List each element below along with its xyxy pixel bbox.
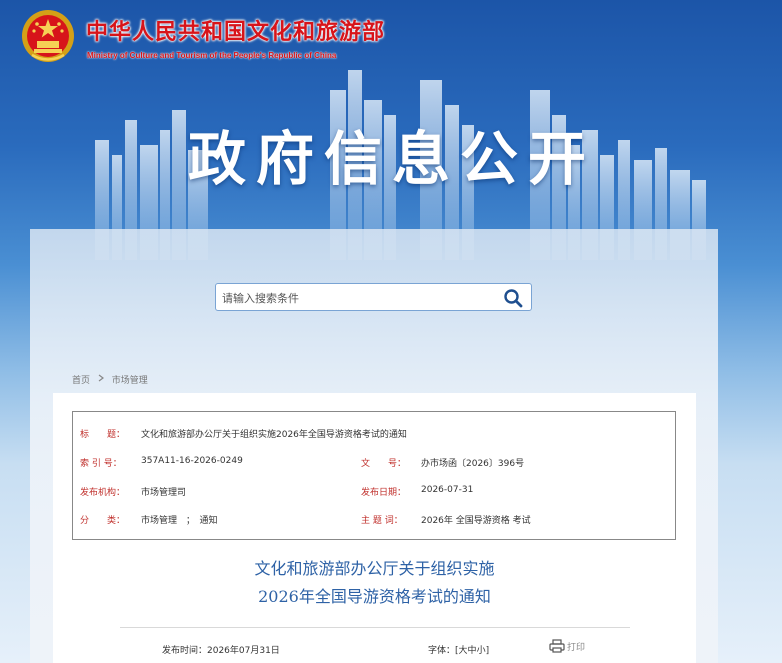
- font-size-bracket-close: ]: [485, 646, 490, 656]
- font-size-medium-option[interactable]: 中: [468, 646, 477, 656]
- breadcrumb: 首页 市场管理: [72, 373, 148, 386]
- font-size-label: 字体：: [428, 646, 456, 656]
- font-size-small-option[interactable]: 小: [477, 646, 486, 656]
- meta-title-label: 标 题：: [80, 430, 126, 440]
- print-label: 打印: [567, 642, 586, 653]
- meta-org-value: 市场管理司: [141, 488, 187, 498]
- font-size-switcher: 字体：[大中小]: [428, 643, 489, 656]
- banner-title: 政府信息公开: [188, 125, 597, 193]
- meta-topic-label: 主 题 词：: [361, 516, 403, 526]
- meta-row-org: 发布机构： 市场管理司 发布日期： 2026-07-31: [73, 485, 675, 513]
- ministry-name-cn: 中华人民共和国文化和旅游部: [86, 20, 386, 45]
- meta-topic-value: 2026年 全国导游资格 考试: [421, 516, 531, 526]
- meta-docno-label: 文 号：: [361, 459, 407, 469]
- meta-index-value: 357A11-16-2026-0249: [141, 456, 243, 466]
- breadcrumb-current-link[interactable]: 市场管理: [112, 373, 148, 386]
- meta-category-value: 市场管理 ； 通知: [141, 516, 218, 526]
- article-title-line-2: 2026年全国导游资格考试的通知: [258, 587, 491, 606]
- meta-org-label: 发布机构：: [80, 488, 126, 498]
- meta-index-label: 索 引 号：: [80, 459, 122, 469]
- divider: [120, 627, 630, 628]
- printer-icon: [549, 639, 565, 653]
- meta-row-index: 索 引 号： 357A11-16-2026-0249 文 号： 办市场函〔202…: [73, 456, 675, 484]
- chevron-right-icon: [98, 374, 104, 385]
- meta-date-label: 发布日期：: [361, 488, 407, 498]
- search-input[interactable]: [220, 288, 494, 308]
- publish-time: 发布时间：2026年07月31日: [162, 646, 280, 656]
- meta-row-title: 标 题： 文化和旅游部办公厅关于组织实施2026年全国导游资格考试的通知: [73, 427, 675, 455]
- document-meta-table: 标 题： 文化和旅游部办公厅关于组织实施2026年全国导游资格考试的通知 索 引…: [72, 411, 676, 540]
- article-title: 文化和旅游部办公厅关于组织实施 2026年全国导游资格考试的通知: [53, 555, 696, 611]
- article-title-line-1: 文化和旅游部办公厅关于组织实施: [254, 559, 495, 578]
- ministry-name-en: Ministry of Culture and Tourism of the P…: [87, 51, 337, 60]
- meta-title-value: 文化和旅游部办公厅关于组织实施2026年全国导游资格考试的通知: [141, 430, 407, 440]
- print-button[interactable]: 打印: [549, 639, 585, 653]
- search-icon[interactable]: [503, 288, 523, 308]
- meta-row-category: 分 类： 市场管理 ； 通知 主 题 词： 2026年 全国导游资格 考试: [73, 513, 675, 541]
- font-size-large-option[interactable]: 大: [459, 646, 468, 656]
- breadcrumb-home-link[interactable]: 首页: [72, 373, 90, 386]
- meta-category-label: 分 类：: [80, 516, 126, 526]
- search-box: [215, 283, 532, 311]
- meta-docno-value: 办市场函〔2026〕396号: [421, 459, 525, 469]
- national-emblem-logo: [22, 10, 74, 62]
- meta-date-value: 2026-07-31: [421, 485, 474, 495]
